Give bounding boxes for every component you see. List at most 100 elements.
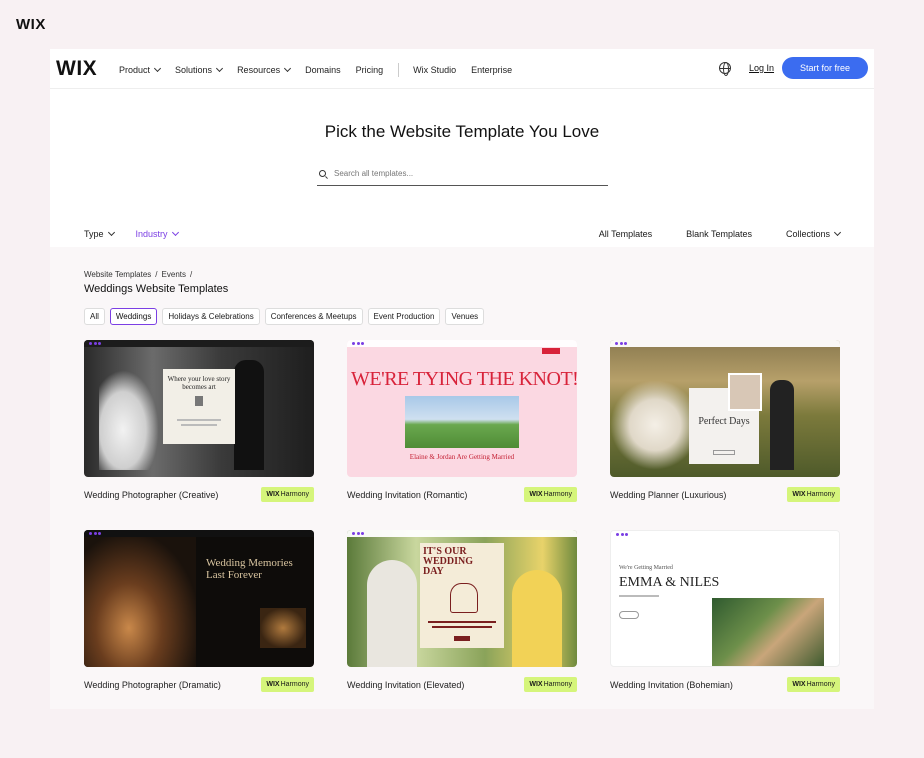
bride-figure [512,570,562,667]
harmony-badge: WIX Harmony [261,487,314,502]
chip-holidays[interactable]: Holidays & Celebrations [162,308,260,325]
page-title: Pick the Website Template You Love [324,122,600,141]
template-title[interactable]: Wedding Invitation (Elevated) [347,680,464,690]
nav-resources[interactable]: Resources [237,64,292,75]
thumb-rsvp-button [542,348,560,354]
chip-weddings[interactable]: Weddings [109,308,158,325]
template-title[interactable]: Wedding Invitation (Bohemian) [610,680,733,690]
badge-brand: WIX [792,491,806,498]
thumb-toolbar [610,340,840,347]
nav-wix-studio[interactable]: Wix Studio [413,65,456,75]
chip-event-production[interactable]: Event Production [367,308,441,325]
nav-product[interactable]: Product [119,64,162,75]
wix-logo[interactable]: WIX [56,57,97,81]
breadcrumb-separator: / [190,270,193,279]
template-thumbnail[interactable]: Where your love story becomes art [84,340,314,477]
nav-link-label: Resources [237,65,281,75]
nav-enterprise[interactable]: Enterprise [471,65,512,75]
glasses-icon [450,583,478,613]
start-for-free-button[interactable]: Start for free [782,57,868,79]
dots-icon [89,532,103,535]
thumb-button [713,450,735,455]
filter-industry[interactable]: Industry [135,228,179,239]
nav-solutions[interactable]: Solutions [175,64,224,75]
template-title[interactable]: Wedding Planner (Luxurious) [610,490,726,500]
couple-photo [405,396,519,448]
portrait-photo [728,373,762,411]
chevron-down-icon [153,64,162,73]
template-card[interactable]: Where your love story becomes art Weddin… [84,340,314,502]
thumb-headline: WE'RE TYING THE KNOT! [351,368,577,390]
badge-name: Harmony [806,681,835,688]
chevron-down-icon [107,228,115,237]
template-card[interactable]: Wedding Memories Last Forever Wedding Ph… [84,530,314,692]
template-card[interactable]: WE'RE TYING THE KNOT! Elaine & Jordan Ar… [347,340,577,502]
dots-icon [616,533,630,536]
templates-section: Website Templates / Events / Weddings Websi… [50,247,874,709]
harmony-badge: WIX Harmony [787,487,840,502]
dots-icon [352,532,366,535]
badge-brand: WIX [792,681,806,688]
blank-templates-link[interactable]: Blank Templates [686,229,752,239]
dots-icon [352,342,366,345]
template-title[interactable]: Wedding Photographer (Dramatic) [84,680,221,690]
chip-venues[interactable]: Venues [445,308,485,325]
nav-pricing[interactable]: Pricing [356,65,384,75]
nav-link-label: Solutions [175,65,213,75]
harmony-badge: WIX Harmony [787,677,840,692]
link-label: Blank Templates [686,229,752,239]
subcategory-chips: All Weddings Holidays & Celebrations Con… [84,308,489,325]
login-link[interactable]: Log In [749,63,774,73]
thumb-line [432,626,492,628]
badge-brand: WIX [529,491,543,498]
outer-logo: WIX [16,16,46,33]
chip-all[interactable]: All [84,308,105,325]
chip-conferences[interactable]: Conferences & Meetups [264,308,363,325]
template-thumbnail[interactable]: We're Getting Married EMMA & NILES [610,530,840,667]
thumb-headline: Where your love story becomes art [167,375,231,391]
top-nav: WIX Product Solutions Resources Domains … [50,49,874,89]
breadcrumb-website-templates[interactable]: Website Templates [84,270,151,279]
breadcrumb-events[interactable]: Events [162,270,186,279]
dots-icon [615,342,629,345]
template-card[interactable]: Perfect Days Wedding Planner (Luxurious)… [610,340,840,502]
filter-label: Industry [135,229,168,239]
filter-bar: Type Industry [84,228,200,239]
template-thumbnail[interactable]: IT'S OUR WEDDING DAY [347,530,577,667]
template-title[interactable]: Wedding Photographer (Creative) [84,490,218,500]
thumb-line [428,621,496,623]
badge-brand: WIX [529,681,543,688]
nav-domains[interactable]: Domains [305,65,341,75]
filter-label: Type [84,229,104,239]
groom-silhouette [234,360,264,470]
template-thumbnail[interactable]: Perfect Days [610,340,840,477]
globe-icon[interactable] [719,62,731,76]
template-card[interactable]: We're Getting Married EMMA & NILES Weddi… [610,530,840,692]
couple-photo [712,598,824,666]
breadcrumb-separator: / [155,270,158,279]
breadcrumb: Website Templates / Events / [84,270,196,279]
template-thumbnail[interactable]: Wedding Memories Last Forever [84,530,314,667]
filter-type[interactable]: Type [84,228,115,239]
collections-dropdown[interactable]: Collections [785,228,842,239]
groom-silhouette [770,380,794,470]
search-input[interactable] [334,169,594,178]
chevron-down-icon [284,64,292,73]
nav-link-label: Domains [305,65,341,75]
all-templates-link[interactable]: All Templates [599,229,652,239]
thumb-line [177,419,221,421]
thumb-toolbar [84,340,314,347]
template-title[interactable]: Wedding Invitation (Romantic) [347,490,467,500]
browser-frame: WIX Product Solutions Resources Domains … [50,49,874,709]
harmony-badge: WIX Harmony [524,487,577,502]
thumb-image [195,396,203,406]
template-thumbnail[interactable]: WE'RE TYING THE KNOT! Elaine & Jordan Ar… [347,340,577,477]
nav-link-label: Product [119,65,151,75]
template-card[interactable]: IT'S OUR WEDDING DAY Wedding Invitation … [347,530,577,692]
dots-icon [89,342,103,345]
link-label: Collections [785,229,830,239]
badge-name: Harmony [280,491,309,498]
badge-brand: WIX [266,491,280,498]
thumb-headline: IT'S OUR WEDDING DAY [423,546,474,577]
candlelit-photo [84,537,196,667]
